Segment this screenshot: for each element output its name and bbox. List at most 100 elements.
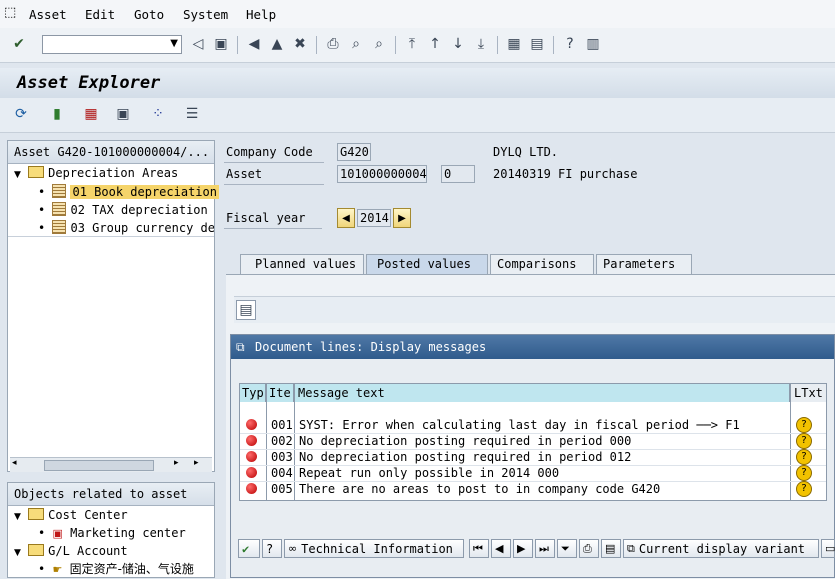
tab-toolbar: ▤ [234,296,835,323]
change-icon[interactable]: ▣ [114,105,132,123]
tree-node-area-03[interactable]: • 03 Group currency dep [38,220,214,235]
new-session-icon[interactable]: ▦ [505,35,523,53]
expand-triangle-icon[interactable]: ▼ [14,548,21,558]
scrollbar-thumb[interactable] [44,460,154,471]
cancel-icon[interactable]: ✖ [291,35,309,53]
find-icon[interactable]: ⌕ [347,35,365,53]
help-icon[interactable]: ? [796,481,812,497]
enter-check-icon[interactable]: ✔ [10,35,28,53]
system-menu-icon[interactable]: ⬚ [4,5,16,20]
expand-triangle-icon[interactable]: ▼ [14,170,21,180]
exit-icon[interactable]: ▲ [268,35,286,53]
error-status-icon [246,419,257,430]
chevron-down-icon[interactable]: ▼ [170,38,178,49]
scroll-right-icon[interactable]: ▸ [174,458,179,468]
column-header-item[interactable]: Ite [266,384,294,402]
previous-page-icon[interactable]: ↑ [426,35,444,53]
asset-subnumber-field[interactable]: 0 [441,165,475,183]
tree-node-gl-item[interactable]: • ☛ 固定资产-储油、气设施 [38,560,214,577]
first-page-button[interactable]: ⏮ [469,539,489,558]
horizontal-scrollbar[interactable]: ◂ ▸ ▸ [10,457,212,472]
company-code-field[interactable]: G420 [337,143,371,161]
tree-node-gl-account[interactable]: ▼ G/L Account [14,544,128,558]
triangle-left-icon: ◀ [342,212,350,224]
first-page-icon[interactable]: ⤒ [403,35,421,53]
help-icon[interactable]: ? [561,35,579,53]
error-status-icon [246,467,257,478]
dialog-title-bar: ⧉ Document lines: Display messages [231,335,834,359]
help-icon[interactable]: ? [796,417,812,433]
table-row[interactable]: 005 There are no areas to post to in com… [240,481,826,497]
refresh-icon[interactable]: ⟳ [12,105,30,123]
command-field[interactable]: ▼ [42,35,182,54]
grid-icon[interactable]: ▦ [82,105,100,123]
tab-parameters[interactable]: Parameters [596,254,692,274]
tree-node-area-01[interactable]: • 01 Book depreciation [38,184,219,199]
previous-page-button[interactable]: ◀ [491,539,511,558]
error-status-icon [246,435,257,446]
find-next-icon[interactable]: ⌕ [370,35,388,53]
tab-comparisons[interactable]: Comparisons [490,254,594,274]
shortcut-icon[interactable]: ▤ [528,35,546,53]
column-header-long-text[interactable]: LTxt [790,384,826,402]
last-page-button[interactable]: ⏭ [535,539,555,558]
previous-year-button[interactable]: ◀ [337,208,355,228]
display-icon[interactable]: ▮ [48,105,66,123]
document-icon[interactable]: ▤ [236,300,256,320]
splitter[interactable] [218,140,226,578]
technical-information-button[interactable]: ∞ Technical Information [284,539,464,558]
tree-node-cost-center[interactable]: ▼ Cost Center [14,508,128,522]
column-header-type[interactable]: Typ [240,384,266,402]
table-row[interactable]: 003 No depreciation posting required in … [240,449,826,466]
list-icon[interactable]: ☰ [183,105,201,123]
next-page-button[interactable]: ▶ [513,539,533,558]
error-status-icon [246,483,257,494]
bullet-icon: • [38,185,46,199]
last-page-icon[interactable]: ⤓ [472,35,490,53]
tab-planned-values[interactable]: Planned values [240,254,364,274]
save-icon[interactable]: ▣ [212,35,230,53]
fiscal-year-field[interactable]: 2014 [357,209,391,227]
print-button[interactable]: ⎙ [579,539,599,558]
print-icon[interactable]: ⎙ [324,35,342,53]
current-display-variant-button[interactable]: ⧉ Current display variant [623,539,819,558]
layout-button[interactable]: ▤ [601,539,621,558]
help-button[interactable]: ? [262,539,282,558]
menu-goto[interactable]: Goto [134,7,164,22]
menu-edit[interactable]: Edit [85,7,115,22]
help-icon[interactable]: ? [796,433,812,449]
menu-help[interactable]: Help [246,7,276,22]
message-text: Repeat run only possible in 2014 000 [299,466,560,480]
menu-system[interactable]: System [183,7,228,22]
tree-node-area-02[interactable]: • 02 TAX depreciation [38,202,208,217]
back-icon[interactable]: ◀ [245,35,263,53]
filter-button[interactable]: ⏷ [557,539,577,558]
table-icon [52,184,67,198]
table-row[interactable]: 002 No depreciation posting required in … [240,433,826,450]
table-row[interactable]: 001 SYST: Error when calculating last da… [240,417,826,434]
company-name: DYLQ LTD. [493,145,559,159]
confirm-button[interactable]: ✔ [238,539,260,558]
tab-posted-values[interactable]: Posted values [366,254,488,274]
menu-asset[interactable]: Asset [29,7,67,22]
tree-node-marketing-center[interactable]: • ▣ Marketing center [38,526,186,540]
scroll-left-icon[interactable]: ◂ [12,458,17,468]
help-icon[interactable]: ? [796,465,812,481]
item-number: 002 [271,434,293,448]
back-triangle-icon[interactable]: ◁ [189,35,207,53]
table-row[interactable]: 004 Repeat run only possible in 2014 000… [240,465,826,482]
layout-menu-icon[interactable]: ▥ [584,35,602,53]
bullet-icon: • [38,562,46,576]
scroll-right-icon[interactable]: ▸ [194,458,199,468]
expand-triangle-icon[interactable]: ▼ [14,512,21,522]
next-page-icon[interactable]: ↓ [449,35,467,53]
next-year-button[interactable]: ▶ [393,208,411,228]
table-icon [52,202,67,216]
column-header-message-text[interactable]: Message text [294,384,790,402]
tree-node-depreciation-areas[interactable]: ▼ Depreciation Areas [14,166,178,180]
more-button[interactable]: ▭ [821,539,835,558]
asset-number-field[interactable]: 101000000004 [337,165,427,183]
help-icon[interactable]: ? [796,449,812,465]
window-icon: ⧉ [236,340,245,354]
settings-icon[interactable]: ⁘ [149,105,167,123]
